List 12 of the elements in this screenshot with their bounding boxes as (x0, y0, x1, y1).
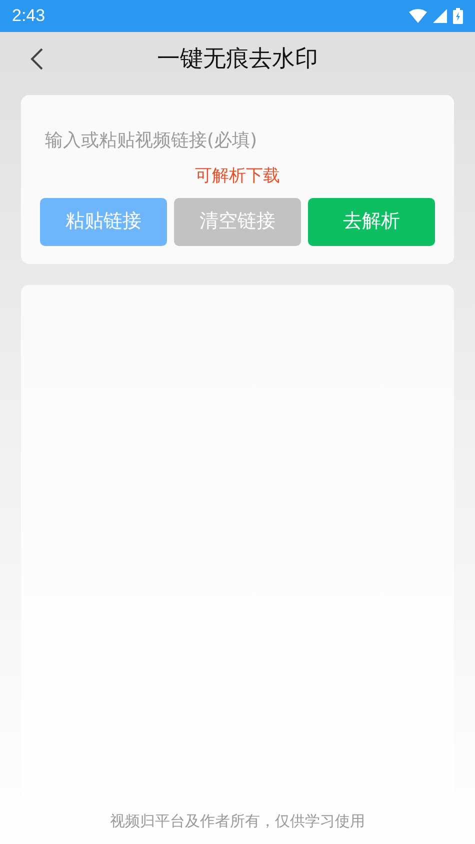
link-input-field[interactable]: 输入或粘贴视频链接(必填) (40, 117, 435, 163)
signal-icon (433, 9, 447, 23)
wifi-icon (409, 9, 427, 23)
parse-button[interactable]: 去解析 (308, 198, 435, 246)
battery-icon (453, 8, 463, 24)
clear-link-button[interactable]: 清空链接 (174, 198, 301, 246)
page-title: 一键无痕去水印 (157, 45, 318, 74)
status-text: 可解析下载 (195, 165, 280, 188)
status-time: 2:43 (12, 5, 46, 28)
paste-link-button[interactable]: 粘贴链接 (40, 198, 167, 246)
back-icon (30, 47, 44, 71)
disclaimer-text: 视频归平台及作者所有，仅供学习使用 (109, 810, 366, 832)
